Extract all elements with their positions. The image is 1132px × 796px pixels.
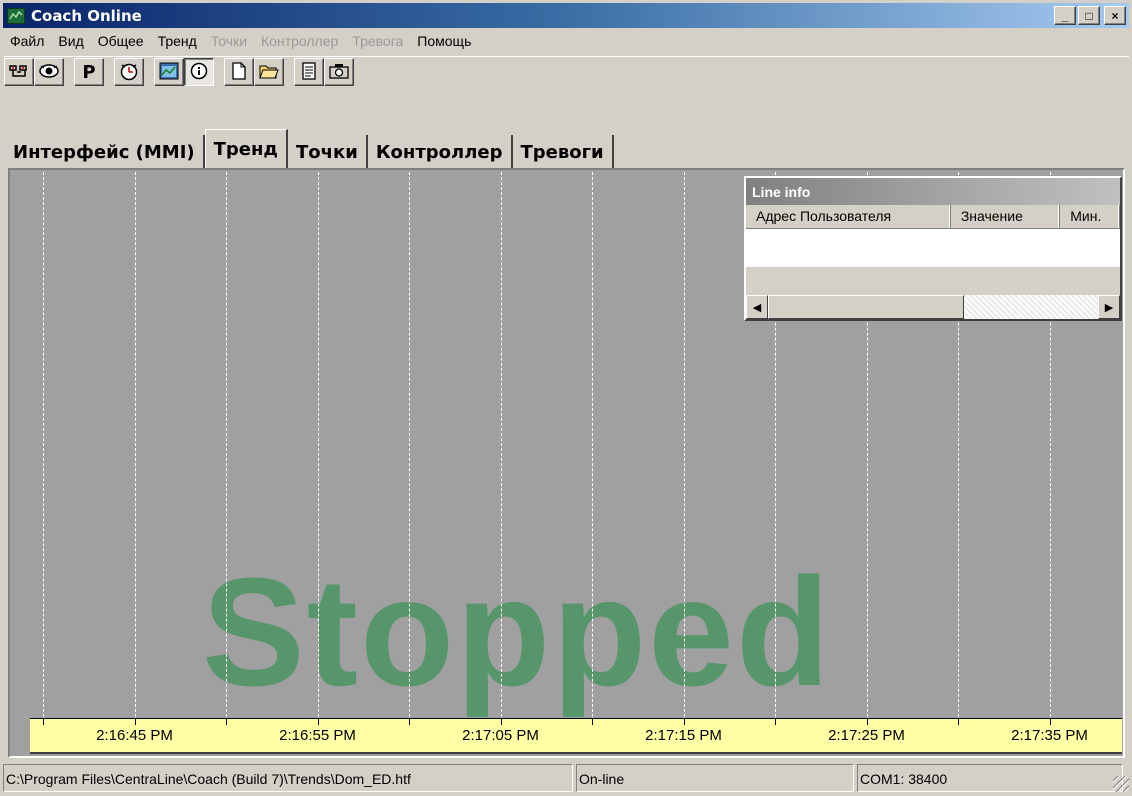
grid-line [43,172,44,717]
menu-points[interactable]: Точки [204,33,254,49]
status-bar: C:\Program Files\CentraLine\Coach (Build… [3,764,1129,794]
grid-line [683,172,685,717]
points-icon [8,62,30,83]
axis-tick [409,719,410,725]
horizontal-scrollbar[interactable]: ◀ ▶ [746,295,1120,319]
tab-trend[interactable]: Тренд [204,129,288,169]
report-icon [300,61,318,84]
time-axis-label: 2:17:25 PM [828,727,905,744]
menu-bar: Файл Вид Общее Тренд Точки Контроллер Тр… [3,29,1129,53]
menu-general[interactable]: Общее [91,33,151,49]
open-folder-button[interactable] [254,58,284,86]
open-folder-icon [258,61,280,84]
p-icon: P [82,61,96,83]
menu-trend[interactable]: Тренд [151,33,204,49]
close-button[interactable]: × [1104,6,1126,25]
minimize-button[interactable]: _ [1054,6,1076,25]
menu-help[interactable]: Помощь [410,33,478,49]
time-axis-label: 2:16:45 PM [96,727,173,744]
axis-tick [134,719,136,725]
monitor-button[interactable] [34,58,64,86]
status-file-path: C:\Program Files\CentraLine\Coach (Build… [3,764,573,792]
axis-tick [317,719,319,725]
time-axis-label: 2:17:15 PM [645,727,722,744]
report-button[interactable] [294,58,324,86]
resize-grip-icon[interactable] [1113,776,1129,792]
line-info-list[interactable] [746,229,1120,267]
axis-tick [592,719,593,725]
snapshot-button[interactable] [324,58,354,86]
time-axis-label: 2:17:35 PM [1011,727,1088,744]
axis-tick [1049,719,1051,725]
tab-strip: Интерфейс (MMI) Тренд Точки Контроллер Т… [5,129,614,169]
column-value[interactable]: Значение [951,205,1061,228]
grid-line [592,172,593,717]
parameters-button[interactable]: P [74,58,104,86]
time-axis-label: 2:17:05 PM [462,727,539,744]
clock-icon [118,61,140,84]
trend-window-icon [158,61,180,84]
axis-tick [866,719,868,725]
coach-online-window: Coach Online _ □ × Файл Вид Общее Тренд … [0,0,1132,796]
status-port: COM1: 38400 [857,764,1123,792]
axis-tick [958,719,959,725]
info-icon [188,61,210,84]
tab-alarms[interactable]: Тревоги [513,135,614,169]
grid-line [226,172,227,717]
grid-line [409,172,410,717]
line-info-panel: Line info Адрес Пользователя Значение Ми… [744,176,1122,321]
menu-view[interactable]: Вид [51,33,90,49]
tab-mmi[interactable]: Интерфейс (MMI) [5,135,205,169]
stopped-overlay: Stopped [202,546,832,717]
axis-tick [500,719,502,725]
tab-points[interactable]: Точки [288,135,368,169]
line-info-title[interactable]: Line info [746,178,1120,205]
axis-tick [43,719,44,725]
axis-tick [775,719,776,725]
scroll-right-arrow-icon[interactable]: ▶ [1098,295,1120,319]
points-button[interactable] [4,58,34,86]
menu-alarm[interactable]: Тревога [345,33,410,49]
new-file-icon [230,61,248,84]
scroll-thumb[interactable] [768,295,964,319]
toolbar: P [3,56,1129,120]
maximize-button[interactable]: □ [1078,6,1100,25]
scroll-left-arrow-icon[interactable]: ◀ [746,295,768,319]
column-min[interactable]: Мин. [1060,205,1120,228]
axis-tick [683,719,685,725]
app-icon [7,7,25,24]
camera-icon [328,62,350,83]
eye-icon [38,62,60,83]
info-button[interactable] [184,58,214,86]
axis-tick [226,719,227,725]
new-file-button[interactable] [224,58,254,86]
title-bar[interactable]: Coach Online _ □ × [3,3,1129,28]
window-title: Coach Online [31,6,142,25]
menu-file[interactable]: Файл [3,33,51,49]
menu-controller[interactable]: Контроллер [254,33,345,49]
timer-button[interactable] [114,58,144,86]
column-user-address[interactable]: Адрес Пользователя [746,205,951,228]
line-info-header: Адрес Пользователя Значение Мин. [746,205,1120,229]
trend-window-button[interactable] [154,58,184,86]
tab-controller[interactable]: Контроллер [368,135,513,169]
grid-line [317,172,319,717]
grid-line [134,172,136,717]
time-axis-label: 2:16:55 PM [279,727,356,744]
grid-line [500,172,502,717]
scroll-track[interactable] [964,295,1098,319]
status-connection: On-line [576,764,854,792]
time-axis: 2:16:45 PM 2:16:55 PM 2:17:05 PM 2:17:15 PM… [30,718,1122,754]
